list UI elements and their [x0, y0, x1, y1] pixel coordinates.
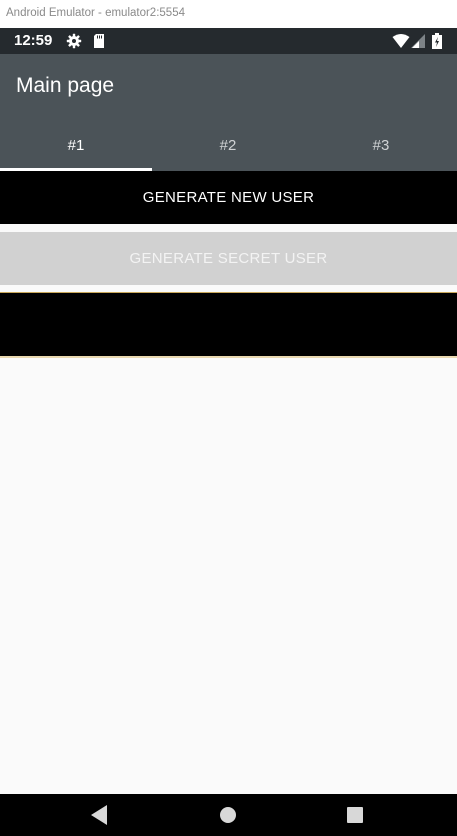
wifi-icon [392, 34, 410, 48]
tab-2[interactable]: #2 [152, 120, 304, 171]
settings-gear-icon [66, 33, 82, 49]
tab-3[interactable]: #3 [305, 120, 457, 171]
emulator-window-title: Android Emulator - emulator2:5554 [0, 0, 457, 28]
cell-signal-icon [411, 34, 425, 48]
sd-card-icon [94, 34, 104, 48]
app-bar: Main page #1 #2 #3 [0, 54, 457, 171]
status-time: 12:59 [14, 32, 53, 49]
generate-new-user-button[interactable]: GENERATE NEW USER [0, 171, 457, 224]
home-icon[interactable] [219, 804, 237, 826]
battery-icon [432, 33, 442, 49]
main-content: GENERATE NEW USER GENERATE SECRET USER [0, 171, 457, 794]
status-bar: 12:59 [0, 28, 457, 54]
recents-icon[interactable] [346, 804, 364, 826]
back-icon[interactable] [90, 804, 108, 826]
page-title: Main page [16, 74, 115, 97]
navigation-bar [0, 794, 457, 836]
tab-1[interactable]: #1 [0, 120, 152, 171]
output-panel [0, 292, 457, 358]
generate-secret-user-button: GENERATE SECRET USER [0, 232, 457, 285]
